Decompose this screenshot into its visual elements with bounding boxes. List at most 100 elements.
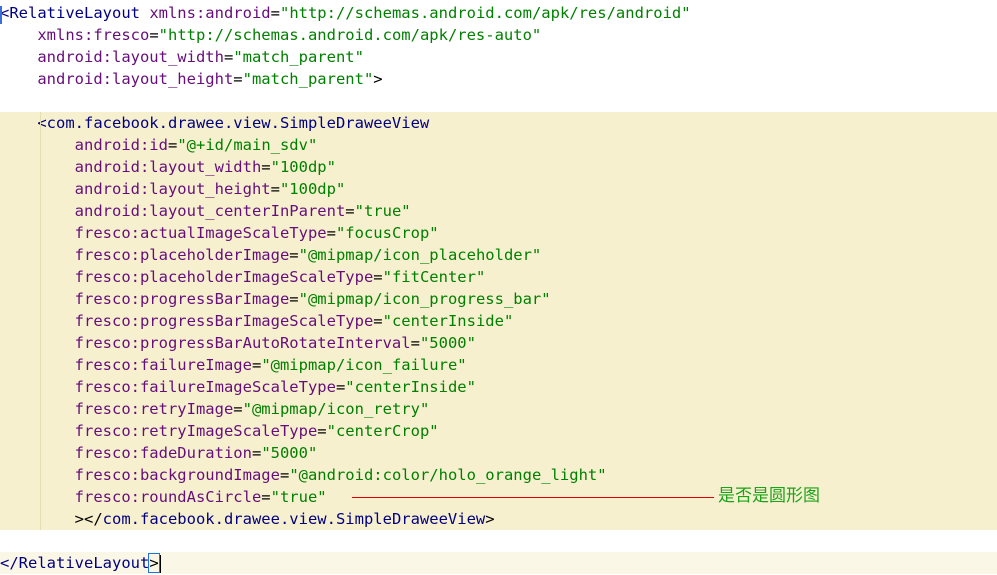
code-token-attr: android:layout_width (74, 158, 262, 176)
code-token-punct: = (233, 400, 243, 418)
code-token-val: "http://schemas.android.com/apk/res/andr… (279, 4, 691, 22)
code-line[interactable]: android:layout_width="match_parent" (0, 46, 997, 68)
code-token-punct: = (326, 224, 336, 242)
code-token-punct: = (251, 356, 262, 374)
code-line[interactable]: fresco:progressBarImage="@mipmap/icon_pr… (0, 288, 997, 310)
code-token-val: "@+id/main_sdv" (177, 136, 318, 154)
code-token-attr: android:id (74, 136, 168, 154)
code-token-val: "true" (270, 488, 327, 506)
code-token-val: "fitCenter" (382, 268, 486, 286)
code-line[interactable]: fresco:backgroundImage="@android:color/h… (0, 464, 997, 486)
code-line[interactable]: fresco:progressBarAutoRotateInterval="50… (0, 332, 997, 354)
code-token-attr: android:layout_height (74, 180, 271, 198)
code-token-attr: fresco:placeholderImageScaleType (74, 268, 374, 286)
code-line[interactable]: android:id="@+id/main_sdv" (0, 134, 997, 156)
code-line[interactable]: fresco:retryImage="@mipmap/icon_retry" (0, 398, 997, 420)
code-token-val: "true" (354, 202, 411, 220)
code-token-attr: fresco:roundAsCircle (74, 488, 262, 506)
code-line[interactable]: android:layout_height="100dp" (0, 178, 997, 200)
code-line[interactable]: fresco:failureImage="@mipmap/icon_failur… (0, 354, 997, 376)
caret-marker (0, 6, 2, 24)
code-token-punct: > (373, 70, 383, 88)
code-token-val: "5000" (261, 444, 318, 462)
code-token-val: "100dp" (270, 158, 336, 176)
code-line[interactable]: android:layout_centerInParent="true" (0, 200, 997, 222)
code-token-punct: = (317, 422, 327, 440)
code-token-punct: = (223, 48, 234, 66)
code-token-punct: = (279, 466, 290, 484)
code-token-attr: fresco:progressBarImageScaleType (74, 312, 374, 330)
code-line[interactable]: android:layout_width="100dp" (0, 156, 997, 178)
code-line[interactable]: fresco:fadeDuration="5000" (0, 442, 997, 464)
code-line[interactable]: android:layout_height="match_parent"> (0, 68, 997, 90)
code-token-tag: </RelativeLayout (0, 554, 150, 572)
code-token-tag: <com.facebook.drawee.view.SimpleDraweeVi… (37, 114, 430, 132)
annotation-line (352, 497, 714, 498)
code-token-tag: com.facebook.drawee.view.SimpleDraweeVie… (102, 510, 486, 528)
code-token-punct: = (251, 444, 262, 462)
code-token-attr: xmlns:android (149, 4, 271, 22)
code-line[interactable]: fresco:actualImageScaleType="focusCrop" (0, 222, 997, 244)
code-token-val: "100dp" (279, 180, 346, 198)
code-token-punct: = (261, 158, 271, 176)
code-line[interactable] (0, 90, 997, 112)
code-token-punct: > (485, 510, 495, 528)
code-line[interactable]: <com.facebook.drawee.view.SimpleDraweeVi… (0, 112, 997, 134)
code-token-attr: fresco:actualImageScaleType (74, 224, 327, 242)
code-token-punct: = (373, 312, 383, 330)
code-line[interactable]: </RelativeLayout> (0, 552, 997, 574)
code-token-attr: android:layout_width (37, 48, 224, 66)
code-token-punct: = (410, 334, 420, 352)
code-token-punct: ></ (74, 510, 103, 528)
code-line[interactable]: ></com.facebook.drawee.view.SimpleDrawee… (0, 508, 997, 530)
code-line[interactable]: fresco:progressBarImageScaleType="center… (0, 310, 997, 332)
code-token-val: "5000" (419, 334, 476, 352)
code-token-punct: = (261, 488, 271, 506)
code-token-punct: = (167, 136, 178, 154)
code-token-attr: fresco:progressBarImage (74, 290, 290, 308)
code-token-val: "@mipmap/icon_progress_bar" (298, 290, 551, 308)
code-token-val: "centerInside" (382, 312, 514, 330)
code-token-punct: = (289, 290, 299, 308)
code-token-tag: <RelativeLayout (0, 4, 150, 22)
code-token-punct: = (270, 180, 280, 198)
code-line[interactable]: fresco:placeholderImageScaleType="fitCen… (0, 266, 997, 288)
code-line[interactable]: fresco:placeholderImage="@mipmap/icon_pl… (0, 244, 997, 266)
code-token-val: "centerInside" (345, 378, 476, 396)
code-token-punct: = (233, 70, 243, 88)
code-line[interactable]: xmlns:fresco="http://schemas.android.com… (0, 24, 997, 46)
code-line[interactable] (0, 530, 997, 552)
code-line[interactable]: fresco:failureImageScaleType="centerInsi… (0, 376, 997, 398)
code-token-attr: fresco:failureImage (74, 356, 252, 374)
indent-guide (40, 112, 41, 530)
code-token-val: "http://schemas.android.com/apk/res-auto… (158, 26, 542, 44)
code-token-attr: fresco:failureImageScaleType (74, 378, 336, 396)
code-token-attr: fresco:progressBarAutoRotateInterval (74, 334, 411, 352)
code-token-punct: = (335, 378, 346, 396)
annotation-label: 是否是圆形图 (718, 486, 820, 506)
code-line[interactable]: <RelativeLayout xmlns:android="http://sc… (0, 2, 997, 24)
code-token-val: "@android:color/holo_orange_light" (289, 466, 607, 484)
code-token-attr: fresco:placeholderImage (74, 246, 290, 264)
code-line[interactable]: fresco:retryImageScaleType="centerCrop" (0, 420, 997, 442)
code-token-punct: = (373, 268, 383, 286)
code-token-punct: = (270, 4, 280, 22)
code-token-attr: xmlns:fresco (37, 26, 150, 44)
code-token-val: "focusCrop" (335, 224, 439, 242)
